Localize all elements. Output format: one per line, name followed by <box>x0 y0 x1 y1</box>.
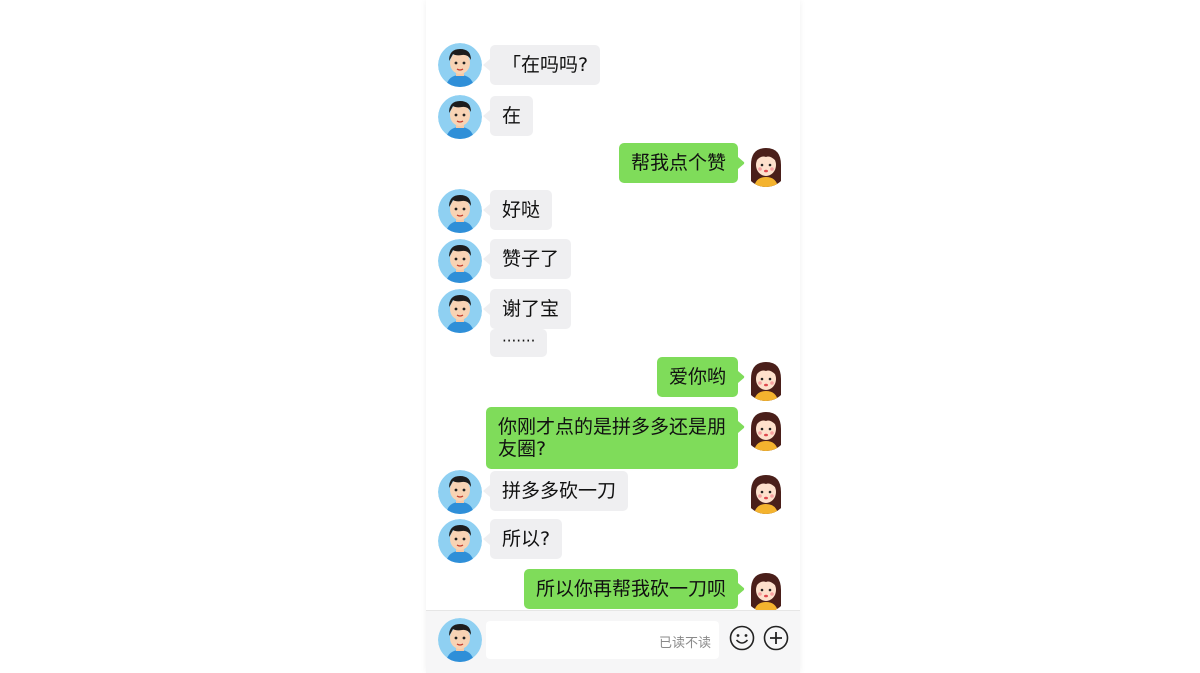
message-bubble-outgoing[interactable]: 帮我点个赞 <box>618 143 746 183</box>
female-avatar[interactable] <box>744 470 788 514</box>
female-avatar[interactable] <box>744 568 788 612</box>
emoji-icon[interactable] <box>729 625 755 651</box>
chat-window: 「在吗吗? 在 帮我点个赞 好哒 赞子了 谢了宝 ······· 爱你哟 你刚才… <box>426 0 800 673</box>
plus-icon[interactable] <box>763 625 789 651</box>
message-bubble-incoming[interactable]: 拼多多砍一刀 <box>482 471 629 511</box>
message-bubble-incoming[interactable]: 所以? <box>482 519 563 559</box>
male-avatar[interactable] <box>438 470 482 514</box>
message-bubble-incoming[interactable]: 「在吗吗? <box>482 45 601 85</box>
male-avatar[interactable] <box>438 618 482 662</box>
male-avatar[interactable] <box>438 189 482 233</box>
stage: 「在吗吗? 在 帮我点个赞 好哒 赞子了 谢了宝 ······· 爱你哟 你刚才… <box>0 0 1200 673</box>
message-bubble-incoming[interactable]: 好哒 <box>482 190 553 230</box>
message-input[interactable]: 已读不读 <box>486 621 719 659</box>
message-bubble-outgoing[interactable]: 你刚才点的是拼多多还是朋友圈? <box>486 407 745 469</box>
female-avatar[interactable] <box>744 143 788 187</box>
male-avatar[interactable] <box>438 95 482 139</box>
message-bubble-ellipsis[interactable]: ······· <box>490 329 548 357</box>
male-avatar[interactable] <box>438 43 482 87</box>
male-avatar[interactable] <box>438 519 482 563</box>
female-avatar[interactable] <box>744 357 788 401</box>
message-bubble-incoming[interactable]: 赞子了 <box>482 239 572 279</box>
male-avatar[interactable] <box>438 289 482 333</box>
message-bubble-incoming[interactable]: 在 <box>482 96 534 136</box>
female-avatar[interactable] <box>744 407 788 451</box>
message-bubble-outgoing[interactable]: 爱你哟 <box>656 357 746 397</box>
message-bubble-outgoing[interactable]: 所以你再帮我砍一刀呗 <box>523 569 746 609</box>
input-bar: 已读不读 <box>426 610 800 673</box>
read-status-label: 已读不读 <box>658 636 711 651</box>
male-avatar[interactable] <box>438 239 482 283</box>
message-bubble-incoming[interactable]: 谢了宝 <box>482 289 572 329</box>
